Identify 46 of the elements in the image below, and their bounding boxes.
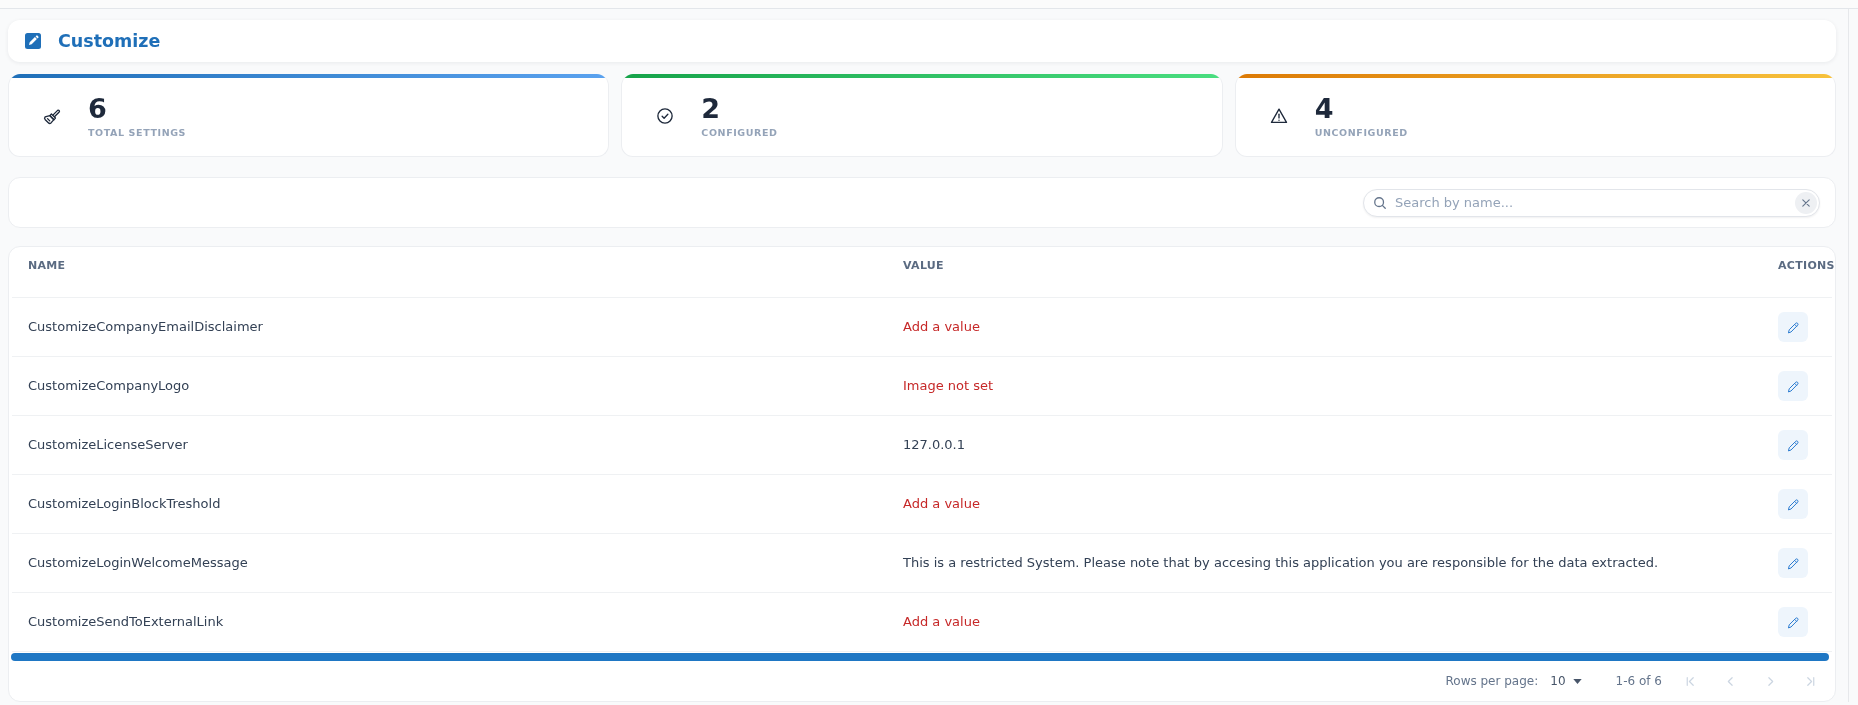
table-cell-text: CustomizeCompanyLogo [27,377,191,395]
stat-label: CONFIGURED [701,126,778,138]
edit-button[interactable] [1778,607,1808,637]
pencil-icon [25,33,41,49]
edit-button[interactable] [1778,548,1808,578]
pencil-icon [1785,614,1801,630]
table-cell-text: CustomizeSendToExternalLink [27,613,225,631]
edit-button[interactable] [1778,371,1808,401]
page-range: 1-6 of 6 [1615,674,1662,688]
column-header: ACTIONS [1777,258,1832,273]
check-circle-icon [656,106,675,125]
pencil-icon [1785,496,1801,512]
column-header: VALUE [902,258,945,273]
caret-down-icon [1572,678,1582,684]
stat-value: 6 [88,93,108,124]
paintbrush-icon [43,106,61,125]
table-cell-text: Add a value [902,495,981,513]
close-icon [1802,198,1810,207]
table-cell-text: CustomizeLoginWelcomeMessage [27,554,249,572]
table-cell-text: CustomizeLicenseServer [27,436,189,454]
stat-label: TOTAL SETTINGS [88,126,187,138]
edit-button[interactable] [1778,430,1808,460]
pencil-icon [1785,437,1801,453]
column-header: NAME [27,258,67,273]
table-cell-text: CustomizeLoginBlockTreshold [27,495,222,513]
table-cell-text: Add a value [902,613,981,631]
stat-value: 2 [701,93,722,124]
rows-per-page-select[interactable]: 10 [1550,674,1582,688]
horizontal-scrollbar[interactable] [11,653,1829,661]
table-cell-text: This is a restricted System. Please note that by accesing this application you are responsible for the data extracted. [902,554,1660,572]
edit-button[interactable] [1778,312,1808,342]
search-icon [1373,195,1387,210]
pencil-icon [1785,378,1801,394]
page-title: Customize [58,31,161,51]
stat-label: UNCONFIGURED [1314,126,1408,138]
table-cell-text: Image not set [902,377,995,395]
search-field[interactable]: Search by name... [1363,188,1820,217]
edit-button[interactable] [1778,489,1808,519]
rows-per-page-label: Rows per page: [1445,674,1539,688]
stat-value: 4 [1314,93,1335,124]
warning-icon [1269,106,1288,125]
pencil-icon [1785,555,1801,571]
table-cell-text: CustomizeCompanyEmailDisclaimer [27,318,264,336]
table-cell-text: 127.0.0.1 [902,436,967,454]
pencil-icon [1785,319,1801,335]
table-cell-text: Add a value [902,318,981,336]
